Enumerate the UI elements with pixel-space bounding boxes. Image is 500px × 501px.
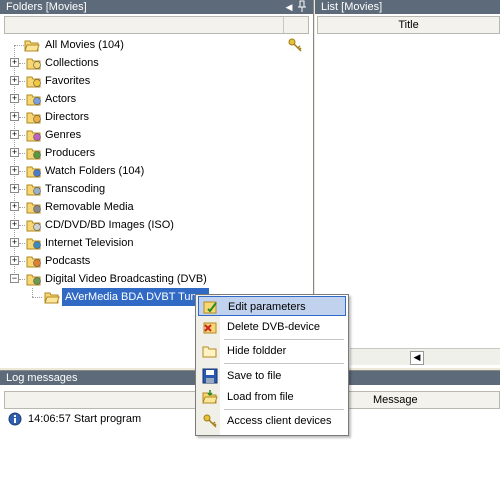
actors-icon: [26, 91, 42, 107]
tree-item-label: Collections: [45, 57, 99, 69]
menu-label: Edit parameters: [228, 301, 306, 313]
transcoding-icon: [26, 181, 42, 197]
column-title-label: Title: [398, 19, 419, 31]
folder-collections-icon: [26, 55, 42, 71]
tree-root-label: All Movies (104): [45, 39, 124, 51]
log-title-text: Log messages: [6, 372, 78, 384]
menu-item-hide-folder[interactable]: Hide foldder: [198, 341, 346, 361]
expand-icon[interactable]: +: [10, 238, 19, 247]
list-title-text: List [Movies]: [321, 1, 383, 13]
watch-folders-icon: [26, 163, 42, 179]
tree-child-label: AVerMedia BDA DVBT Tuner: [62, 288, 210, 306]
podcasts-icon: [26, 253, 42, 269]
menu-item-edit-parameters[interactable]: Edit parameters: [198, 296, 346, 316]
disc-images-icon: [26, 217, 42, 233]
tree-root-all-movies[interactable]: All Movies (104): [4, 36, 309, 54]
expand-icon[interactable]: +: [10, 94, 19, 103]
genres-icon: [26, 127, 42, 143]
column-header-title[interactable]: Title: [317, 16, 500, 34]
tree-item[interactable]: + Transcoding: [4, 180, 309, 198]
info-icon: [8, 412, 22, 426]
menu-label: Load from file: [227, 391, 294, 403]
tree-item-label: Removable Media: [45, 201, 134, 213]
tree-item[interactable]: − Digital Video Broadcasting (DVB): [4, 270, 309, 288]
tree-item[interactable]: + Podcasts: [4, 252, 309, 270]
expand-icon[interactable]: +: [10, 202, 19, 211]
tree-item-label: Producers: [45, 147, 96, 159]
tree-item[interactable]: + Actors: [4, 90, 309, 108]
left-arrow-icon[interactable]: ◀: [283, 1, 295, 13]
expand-icon[interactable]: +: [10, 256, 19, 265]
hide-folder-icon: [202, 343, 218, 359]
tree-item-label: Podcasts: [45, 255, 91, 267]
horizontal-scrollbar[interactable]: ◀: [350, 348, 500, 365]
expand-icon[interactable]: +: [10, 220, 19, 229]
tree-item-label: Watch Folders (104): [45, 165, 145, 177]
log-entry-text: 14:06:57 Start program: [28, 413, 142, 425]
menu-item-access-client-devices[interactable]: Access client devices: [198, 411, 346, 431]
tree-item[interactable]: + Producers: [4, 144, 309, 162]
expand-icon[interactable]: +: [10, 184, 19, 193]
menu-item-save-to-file[interactable]: Save to file: [198, 366, 346, 386]
context-menu: Edit parameters Delete DVB-device Hide f…: [195, 294, 349, 436]
tree-item[interactable]: + CD/DVD/BD Images (ISO): [4, 216, 309, 234]
pin-icon[interactable]: [296, 0, 308, 13]
menu-label: Delete DVB-device: [227, 321, 320, 333]
key-icon: [202, 413, 218, 429]
folders-header: [4, 16, 309, 34]
scroll-left-arrow-icon[interactable]: ◀: [410, 351, 424, 365]
expand-icon[interactable]: +: [10, 130, 19, 139]
menu-item-load-from-file[interactable]: Load from file: [198, 387, 346, 407]
tree-item-label: Internet Television: [45, 237, 134, 249]
tree-item-label: Transcoding: [45, 183, 106, 195]
delete-icon: [202, 319, 218, 335]
column-message-label: Message: [373, 394, 418, 406]
folders-title-text: Folders [Movies]: [6, 1, 87, 13]
folder-open-icon: [24, 37, 40, 53]
folders-pane-title: Folders [Movies]: [0, 0, 313, 14]
tree-item-label: CD/DVD/BD Images (ISO): [45, 219, 174, 231]
floppy-disk-icon: [202, 368, 218, 384]
tree-item-label: Favorites: [45, 75, 91, 87]
tree-item[interactable]: + Watch Folders (104): [4, 162, 309, 180]
tree-item-label: Directors: [45, 111, 90, 123]
removable-media-icon: [26, 199, 42, 215]
tree-item-label: Genres: [45, 129, 82, 141]
star-icon: [26, 73, 42, 89]
menu-label: Save to file: [227, 370, 282, 382]
tree-item-label: Actors: [45, 93, 77, 105]
collapse-icon[interactable]: −: [10, 274, 19, 283]
list-pane-title: List [Movies]: [315, 0, 500, 14]
tree-item[interactable]: + Internet Television: [4, 234, 309, 252]
tree-item[interactable]: + Removable Media: [4, 198, 309, 216]
open-folder-icon: [202, 389, 218, 405]
producers-icon: [26, 145, 42, 161]
tree-item[interactable]: + Favorites: [4, 72, 309, 90]
expand-icon[interactable]: +: [10, 76, 19, 85]
menu-label: Hide foldder: [227, 345, 287, 357]
expand-icon[interactable]: +: [10, 112, 19, 121]
tree-item[interactable]: + Directors: [4, 108, 309, 126]
menu-label: Access client devices: [227, 415, 332, 427]
expand-icon[interactable]: +: [10, 166, 19, 175]
expand-icon[interactable]: +: [10, 58, 19, 67]
menu-item-delete-dvb-device[interactable]: Delete DVB-device: [198, 317, 346, 337]
edit-parameters-icon: [203, 299, 219, 315]
tree-item[interactable]: + Collections: [4, 54, 309, 72]
internet-tv-icon: [26, 235, 42, 251]
expand-icon[interactable]: +: [10, 148, 19, 157]
tree-item-label: Digital Video Broadcasting (DVB): [45, 273, 207, 285]
tree-item[interactable]: + Genres: [4, 126, 309, 144]
key-icon: [287, 37, 303, 53]
directors-icon: [26, 109, 42, 125]
folder-open-icon: [44, 289, 60, 305]
dvb-icon: [26, 271, 42, 287]
